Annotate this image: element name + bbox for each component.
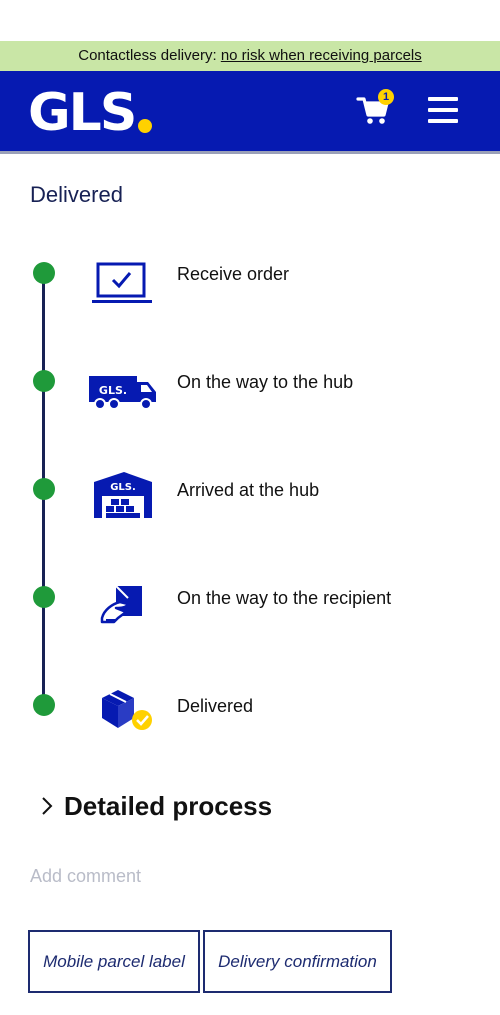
contactless-banner: Contactless delivery: no risk when recei… — [0, 41, 500, 71]
banner-link[interactable]: no risk when receiving parcels — [221, 47, 422, 64]
laptop-check-icon — [92, 262, 152, 303]
gls-warehouse-icon: GLS. — [94, 472, 152, 518]
warehouse-logo-text: GLS. — [110, 482, 136, 493]
gls-logo[interactable]: GLS — [28, 83, 153, 143]
timeline-step: GLS. Arrived at the hub — [0, 464, 500, 524]
cart-button[interactable]: 1 — [356, 89, 394, 127]
timeline-step: GLS. On the way to the hub — [0, 356, 500, 416]
delivery-confirmation-button[interactable]: Delivery confirmation — [203, 930, 392, 993]
parcel-check-icon — [102, 690, 152, 730]
add-comment-input[interactable] — [30, 866, 330, 887]
banner-text: Contactless delivery: — [78, 47, 221, 64]
hand-parcel-icon — [100, 585, 142, 624]
step-label: Delivered — [177, 696, 254, 716]
step-dot — [33, 478, 55, 500]
truck-logo-text: GLS. — [99, 384, 127, 397]
logo-text: GLS — [28, 83, 137, 143]
top-whitespace — [0, 0, 500, 41]
timeline-step: Receive order — [0, 248, 500, 308]
step-label: On the way to the hub — [177, 372, 354, 392]
menu-button[interactable] — [428, 97, 458, 123]
detailed-process-toggle[interactable]: Detailed process — [36, 786, 272, 826]
step-label: Arrived at the hub — [177, 480, 320, 500]
step-dot — [33, 370, 55, 392]
step-dot — [33, 262, 55, 284]
step-dot — [33, 586, 55, 608]
hamburger-line — [428, 108, 458, 112]
step-dot — [33, 694, 55, 716]
hamburger-menu-icon — [428, 97, 458, 101]
site-header: GLS 1 — [0, 71, 500, 154]
gls-truck-icon: GLS. — [89, 376, 156, 410]
timeline-step: On the way to the recipient — [0, 572, 500, 632]
timeline-step: Delivered — [0, 680, 500, 740]
step-label: Receive order — [177, 264, 290, 284]
status-title: Delivered — [30, 182, 123, 207]
logo-dot — [138, 119, 153, 133]
chevron-right-icon — [42, 797, 53, 815]
detailed-process-label: Detailed process — [64, 790, 273, 821]
cart-count-badge: 1 — [378, 89, 394, 105]
step-label: On the way to the recipient — [177, 588, 392, 608]
hamburger-line — [428, 119, 458, 123]
mobile-parcel-label-button[interactable]: Mobile parcel label — [28, 930, 200, 993]
